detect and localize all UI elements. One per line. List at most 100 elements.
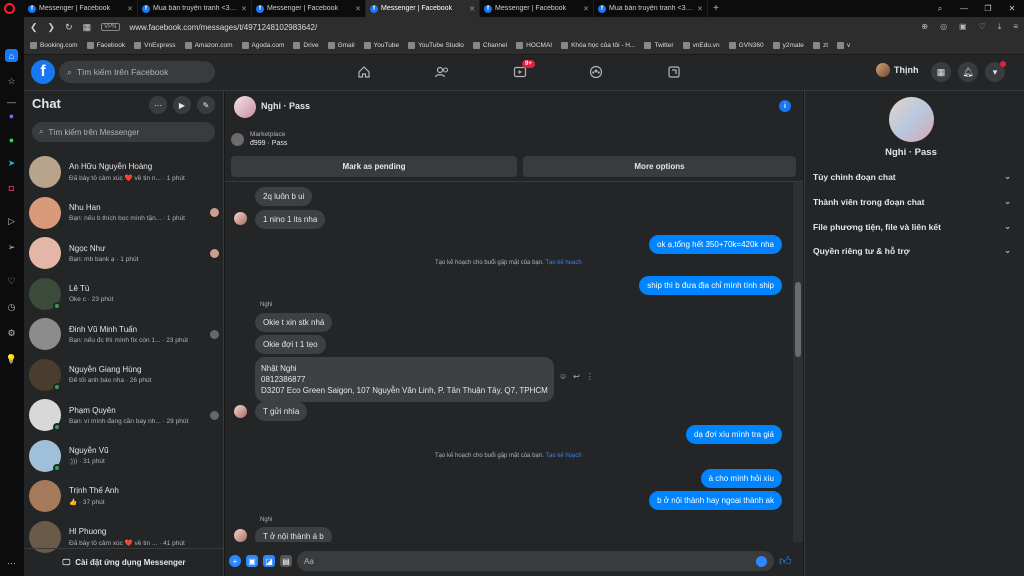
wallet-icon[interactable]: ▣ xyxy=(959,22,967,32)
conversation-item[interactable]: Nguyễn Giang Hùng Để tối anh báo nha · 26… xyxy=(29,355,219,395)
zoom-icon[interactable]: ⊕ xyxy=(921,22,928,32)
like-icon[interactable]: 👍︎ xyxy=(779,554,792,569)
browser-tab[interactable]: f Messenger | Facebook ✕ xyxy=(480,0,594,17)
conversation-item[interactable]: Ngọc Như Bạn: mb bank ạ · 1 phút xyxy=(29,233,219,273)
forward-icon[interactable]: ❯ xyxy=(48,22,56,33)
scrollbar-thumb[interactable] xyxy=(795,282,801,357)
heart-icon[interactable]: ♡ xyxy=(5,275,18,288)
close-icon[interactable]: ✕ xyxy=(241,5,247,13)
bookmark-item[interactable]: Booking.com xyxy=(30,42,78,49)
message-input[interactable]: Aa xyxy=(297,551,774,571)
more-icon[interactable]: ⋯ xyxy=(5,557,18,570)
section-customize-chat[interactable]: Tùy chỉnh đoạn chat ⌄ xyxy=(813,172,1011,182)
new-tab-button[interactable]: + xyxy=(708,0,724,17)
tips-icon[interactable]: 💡 xyxy=(5,353,18,366)
create-plan-link[interactable]: Tạo kế hoạch xyxy=(545,453,581,459)
groups-nav-icon[interactable] xyxy=(586,63,606,81)
conversation-item[interactable]: Phạm Quyên Bạn: vì mình đang cần bay nh..… xyxy=(29,395,219,435)
player-icon[interactable]: ▷ xyxy=(5,215,18,228)
messenger-search-input[interactable]: ⌕ Tìm kiếm trên Messenger xyxy=(32,122,215,142)
conversation-item[interactable]: Nhu Han Bạn: nếu b thích bọc mình tặn... … xyxy=(29,193,219,233)
message-bubble-incoming[interactable]: T gửi nhìa xyxy=(255,402,308,421)
conversation-item[interactable]: Đinh Vũ Minh Tuấn Bạn: nếu đc thì mình fi… xyxy=(29,314,219,354)
create-plan-link[interactable]: Tạo kế hoạch xyxy=(545,260,581,266)
telegram-icon[interactable]: ➤ xyxy=(5,157,18,170)
bookmark-item[interactable]: HOCMAI xyxy=(516,42,552,49)
facebook-search-input[interactable]: ⌕ Tìm kiếm trên Facebook xyxy=(59,61,215,83)
account-menu-button[interactable]: ▾ xyxy=(985,61,1006,82)
message-bubble-outgoing[interactable]: dạ đợi xíu mình tra giá xyxy=(686,425,782,444)
message-bubble-incoming[interactable]: T ở nội thành á b xyxy=(255,527,332,542)
message-bubble-incoming[interactable]: 2q luôn b ui xyxy=(255,187,313,206)
bookmark-item[interactable]: v xyxy=(837,42,850,49)
browser-tab[interactable]: f Mua bán truyện tranh <3 <3 ✕ xyxy=(138,0,252,17)
bookmark-item[interactable]: Drive xyxy=(293,42,319,49)
browser-tab[interactable]: f Messenger | Facebook ✕ xyxy=(24,0,138,17)
section-chat-members[interactable]: Thành viên trong đoạn chat ⌄ xyxy=(813,197,1011,207)
message-bubble-outgoing[interactable]: ok ạ,tổng hết 350+70k=420k nha xyxy=(649,235,782,254)
message-bubble-outgoing[interactable]: ship thì b đưa địa chỉ mình tính ship xyxy=(639,276,782,295)
bookmark-item[interactable]: YouTube Studio xyxy=(408,42,464,49)
friends-nav-icon[interactable] xyxy=(432,63,452,81)
bookmark-item[interactable]: GVN360 xyxy=(728,42,764,49)
more-options-button[interactable]: More options xyxy=(523,156,796,177)
gaming-nav-icon[interactable] xyxy=(664,63,684,81)
bookmark-item[interactable]: Khóa học của tôi - H... xyxy=(561,42,635,49)
conversation-item[interactable]: Nguyễn Vũ:))) · 31 phút xyxy=(29,436,219,476)
menu-grid-button[interactable]: ▦ xyxy=(931,62,951,82)
conversation-item[interactable]: Trịnh Thế Anh 👍 · 37 phút xyxy=(29,476,219,516)
avatar[interactable] xyxy=(234,96,256,118)
bookmark-item[interactable]: zt xyxy=(812,42,828,49)
bookmark-item[interactable]: Amazon.com xyxy=(184,42,233,49)
new-message-button[interactable]: ✎ xyxy=(197,96,215,114)
vpn-badge[interactable]: VPN xyxy=(101,23,120,31)
bookmark-item[interactable]: VnExpress xyxy=(134,42,176,49)
messenger-icon[interactable]: ● xyxy=(5,109,18,122)
back-icon[interactable]: ❮ xyxy=(30,22,38,33)
close-icon[interactable]: ✕ xyxy=(469,5,475,13)
close-icon[interactable]: ✕ xyxy=(583,5,589,13)
speed-dial-icon[interactable]: ▦ xyxy=(83,22,92,33)
close-icon[interactable]: ✕ xyxy=(127,5,133,13)
video-call-button[interactable]: ▶ xyxy=(173,96,191,114)
search-tabs-icon[interactable]: ⌕ xyxy=(928,0,952,17)
conversation-item[interactable]: Lê Tú Oke c · 23 phút xyxy=(29,274,219,314)
home-icon[interactable]: ⌂ xyxy=(5,49,18,62)
bookmark-item[interactable]: Channel xyxy=(472,42,507,49)
more-icon[interactable]: ⋮ xyxy=(586,372,594,381)
mark-as-pending-button[interactable]: Mark as pending xyxy=(231,156,517,177)
watch-nav-icon[interactable]: 9+ xyxy=(510,60,535,81)
bookmark-item[interactable]: Gmail xyxy=(327,42,355,49)
close-icon[interactable]: ✕ xyxy=(697,5,703,13)
install-messenger-app-link[interactable]: 🖵 Cài đặt ứng dụng Messenger xyxy=(24,548,224,576)
message-bubble-outgoing[interactable]: à cho mình hỏi xíu xyxy=(700,469,782,488)
minimize-button[interactable]: — xyxy=(952,0,976,17)
notifications-button[interactable]: 🔔︎ xyxy=(958,62,978,82)
bookmark-item[interactable]: YouTube xyxy=(363,42,399,49)
marketplace-listing[interactable]: Marketplace đ999 · Pass xyxy=(231,131,287,147)
close-icon[interactable]: ✕ xyxy=(355,5,361,13)
heart-icon[interactable]: ♡ xyxy=(979,22,986,32)
browser-tab-active[interactable]: f Messenger | Facebook ✕ xyxy=(366,0,480,17)
url-field[interactable]: www.facebook.com/messages/t/497124810298… xyxy=(130,23,912,32)
history-icon[interactable]: ◷ xyxy=(5,301,18,314)
section-media-files-links[interactable]: File phương tiện, file và liên kết ⌄ xyxy=(813,222,1011,232)
reload-icon[interactable]: ↻ xyxy=(65,22,73,33)
restore-button[interactable]: ❐ xyxy=(976,0,1000,17)
gif-icon[interactable]: ▤ xyxy=(280,555,292,567)
whatsapp-icon[interactable]: ● xyxy=(5,133,18,146)
section-privacy-support[interactable]: Quyền riêng tư & hỗ trợ ⌄ xyxy=(813,246,1011,256)
message-bubble-incoming[interactable]: Okie t xin stk nhá xyxy=(255,313,333,332)
reply-icon[interactable]: ↩ xyxy=(573,372,580,381)
menu-icon[interactable]: ≡ xyxy=(1013,22,1018,32)
facebook-logo-icon[interactable]: f xyxy=(31,60,55,84)
emoji-icon[interactable] xyxy=(756,555,767,567)
photo-icon[interactable]: ▣ xyxy=(246,555,258,567)
chat-title[interactable]: Nghi · Pass xyxy=(261,101,310,111)
star-icon[interactable]: ☆ xyxy=(5,75,18,88)
react-icon[interactable]: ☺ xyxy=(559,372,567,381)
bookmark-item[interactable]: Agoda.com xyxy=(241,42,284,49)
avatar[interactable] xyxy=(889,97,934,142)
settings-icon[interactable]: ⚙ xyxy=(5,327,18,340)
camera-icon[interactable]: ◎ xyxy=(940,22,947,32)
